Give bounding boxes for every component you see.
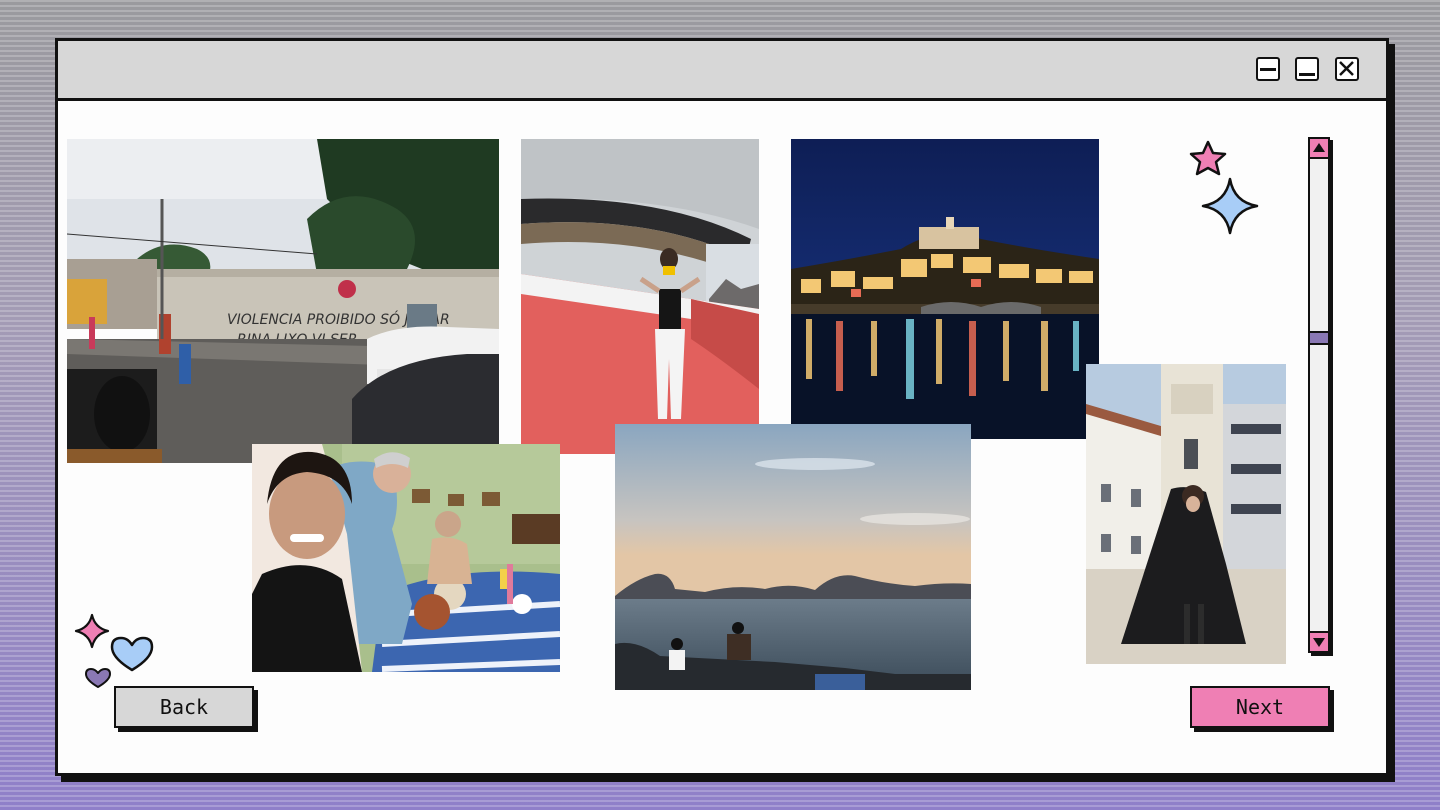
scroll-thumb[interactable] [1310,331,1328,345]
blue-heart-icon [110,636,154,672]
photo-woman-in-cape-courtyard[interactable] [1086,364,1286,664]
photo-sunset-bay-silhouettes[interactable] [615,424,971,690]
purple-heart-icon [85,668,111,688]
scroll-down-arrow-icon[interactable] [1310,631,1328,651]
minimize-button[interactable] [1256,57,1280,81]
pink-star-icon [1189,140,1227,176]
photo-night-city-riverside[interactable] [791,139,1099,439]
photo-street-graffiti-wall[interactable]: VIOLENCIA PROIBIDO SÓ JOGAR RINA LIXO VI… [67,139,499,463]
close-icon [1339,61,1354,76]
maximize-button[interactable] [1295,57,1319,81]
close-button[interactable] [1335,57,1359,81]
title-bar [58,41,1386,101]
vertical-scrollbar[interactable] [1308,137,1330,653]
blue-sparkle-icon [1201,177,1259,235]
photo-family-dinner-selfie[interactable] [252,444,560,672]
scroll-up-arrow-icon[interactable] [1310,139,1328,159]
next-button[interactable]: Next [1190,686,1330,728]
app-window: VIOLENCIA PROIBIDO SÓ JOGAR RINA LIXO VI… [55,38,1389,776]
back-button[interactable]: Back [114,686,254,728]
pink-sparkle-icon [74,613,110,649]
photo-woman-on-red-ramp[interactable] [521,139,759,454]
